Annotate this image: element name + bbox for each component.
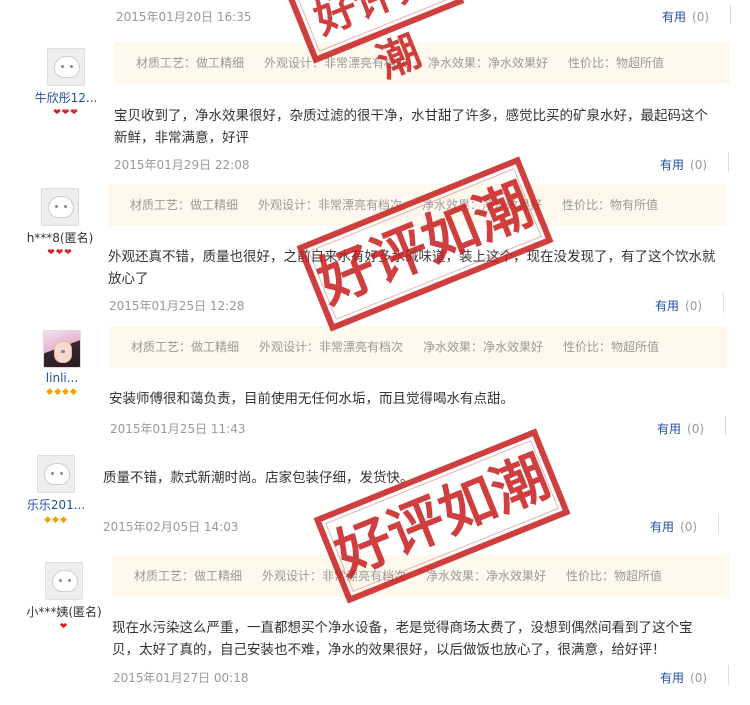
review-date: 2015年01月25日 11:43 [110, 422, 246, 436]
useful-count: (0) [690, 158, 708, 172]
useful-button[interactable]: 有用 (0) [660, 665, 730, 686]
tag-purify: 净水效果：净水效果好 [428, 56, 549, 70]
useful-label: 有用 [650, 520, 675, 534]
useful-count: (0) [692, 10, 710, 24]
useful-label: 有用 [657, 422, 682, 436]
review-date: 2015年01月20日 16:35 [116, 10, 252, 24]
useful-label: 有用 [655, 299, 680, 313]
review-content: 现在水污染这么严重，一直都想买个净水设备，老是觉得商场太费了，没想到偶然间看到了… [112, 620, 693, 658]
useful-button[interactable]: 有用 (0) [662, 4, 732, 25]
tag-material: 材质工艺：做工精细 [134, 569, 243, 583]
avatar[interactable] [47, 48, 85, 86]
reviewer-name: 小***姨(匿名) [26, 605, 102, 619]
tag-value: 性价比：物超所值 [566, 569, 663, 583]
gold-diamond-rank-icon: ◆◆◆◆ [46, 387, 78, 397]
review-content: 宝贝收到了，净水效果很好，杂质过滤的很干净，水甘甜了许多，感觉比买的矿泉水好，最… [114, 108, 708, 146]
tag-value: 性价比：物有所值 [562, 198, 659, 212]
useful-count: (0) [687, 422, 705, 436]
review-tags: 材质工艺：做工精细 外观设计：非常漂亮有档次 净水效果：净水效果好 性价比：物超所值 [109, 326, 727, 368]
tag-purify: 净水效果：净水效果好 [422, 198, 543, 212]
reviewer-avatar-block: h***8(匿名) ❤❤❤ [18, 188, 102, 258]
avatar[interactable] [41, 188, 79, 226]
tag-purify: 净水效果：净水效果好 [423, 340, 544, 354]
review-date: 2015年01月29日 22:08 [114, 158, 250, 172]
useful-button[interactable]: 有用 (0) [650, 514, 720, 535]
review-tags: 材质工艺：做工精细 外观设计：非常漂亮有档次 净水效果：净水效果好 性价比：物超所值 [114, 42, 730, 84]
useful-count: (0) [690, 671, 708, 685]
red-heart-rank-icon: ❤❤❤ [53, 108, 79, 118]
tag-appearance: 外观设计：非常漂亮有档次 [264, 56, 409, 70]
reviewer-avatar-block: 小***姨(匿名) ❤ [22, 562, 106, 632]
review-tags: 材质工艺：做工精细 外观设计：非常漂亮有档次 净水效果：净水效果好 性价比：物超所值 [112, 555, 730, 597]
review-tags: 材质工艺：做工精细 外观设计：非常漂亮有档次 净水效果：净水效果好 性价比：物有所值 [108, 184, 726, 226]
reviewer-avatar-block: linli... ◆◆◆◆ [20, 330, 104, 397]
praise-stamp: 好评如潮 [296, 156, 554, 332]
tag-purify: 净水效果：净水效果好 [426, 569, 547, 583]
review-date: 2015年02月05日 14:03 [103, 520, 239, 534]
gold-diamond-rank-icon: ◆◆◆ [44, 515, 68, 525]
useful-button[interactable]: 有用 (0) [657, 416, 727, 437]
tag-appearance: 外观设计：非常漂亮有档次 [258, 198, 403, 212]
avatar[interactable] [45, 562, 83, 600]
reviewer-name[interactable]: linli... [20, 371, 104, 385]
useful-count: (0) [680, 520, 698, 534]
useful-count: (0) [685, 299, 703, 313]
useful-label: 有用 [662, 10, 687, 24]
reviewer-avatar-block: 牛欣彤12... ❤❤❤ [24, 48, 108, 118]
tag-material: 材质工艺：做工精细 [136, 56, 245, 70]
red-heart-rank-icon: ❤ [59, 622, 69, 632]
tag-appearance: 外观设计：非常漂亮有档次 [262, 569, 407, 583]
useful-button[interactable]: 有用 (0) [655, 293, 725, 314]
useful-label: 有用 [660, 671, 685, 685]
useful-label: 有用 [660, 158, 685, 172]
reviewer-name[interactable]: 牛欣彤12... [24, 89, 108, 106]
tag-appearance: 外观设计：非常漂亮有档次 [259, 340, 404, 354]
reviewer-name: h***8(匿名) [26, 231, 94, 245]
reviewer-name[interactable]: 乐乐201... [14, 496, 98, 513]
review-date: 2015年01月25日 12:28 [109, 299, 245, 313]
avatar[interactable] [43, 330, 81, 368]
review-content: 外观还真不错，质量也很好，之前自来水有好多水碱味道，装上这个，现在没发现了，有了… [108, 249, 716, 287]
tag-value: 性价比：物超所值 [568, 56, 665, 70]
tag-material: 材质工艺：做工精细 [130, 198, 239, 212]
tag-value: 性价比：物超所值 [563, 340, 660, 354]
review-content: 安装师傅很和蔼负责，目前使用无任何水垢，而且觉得喝水有点甜。 [109, 391, 514, 407]
reviewer-avatar-block: 乐乐201... ◆◆◆ [14, 455, 98, 525]
review-date: 2015年01月27日 00:18 [113, 671, 249, 685]
review-content: 质量不错，款式新潮时尚。店家包装仔细，发货快。 [103, 470, 414, 486]
useful-button[interactable]: 有用 (0) [660, 152, 730, 173]
avatar[interactable] [37, 455, 75, 493]
tag-material: 材质工艺：做工精细 [131, 340, 240, 354]
red-heart-rank-icon: ❤❤❤ [47, 248, 73, 258]
